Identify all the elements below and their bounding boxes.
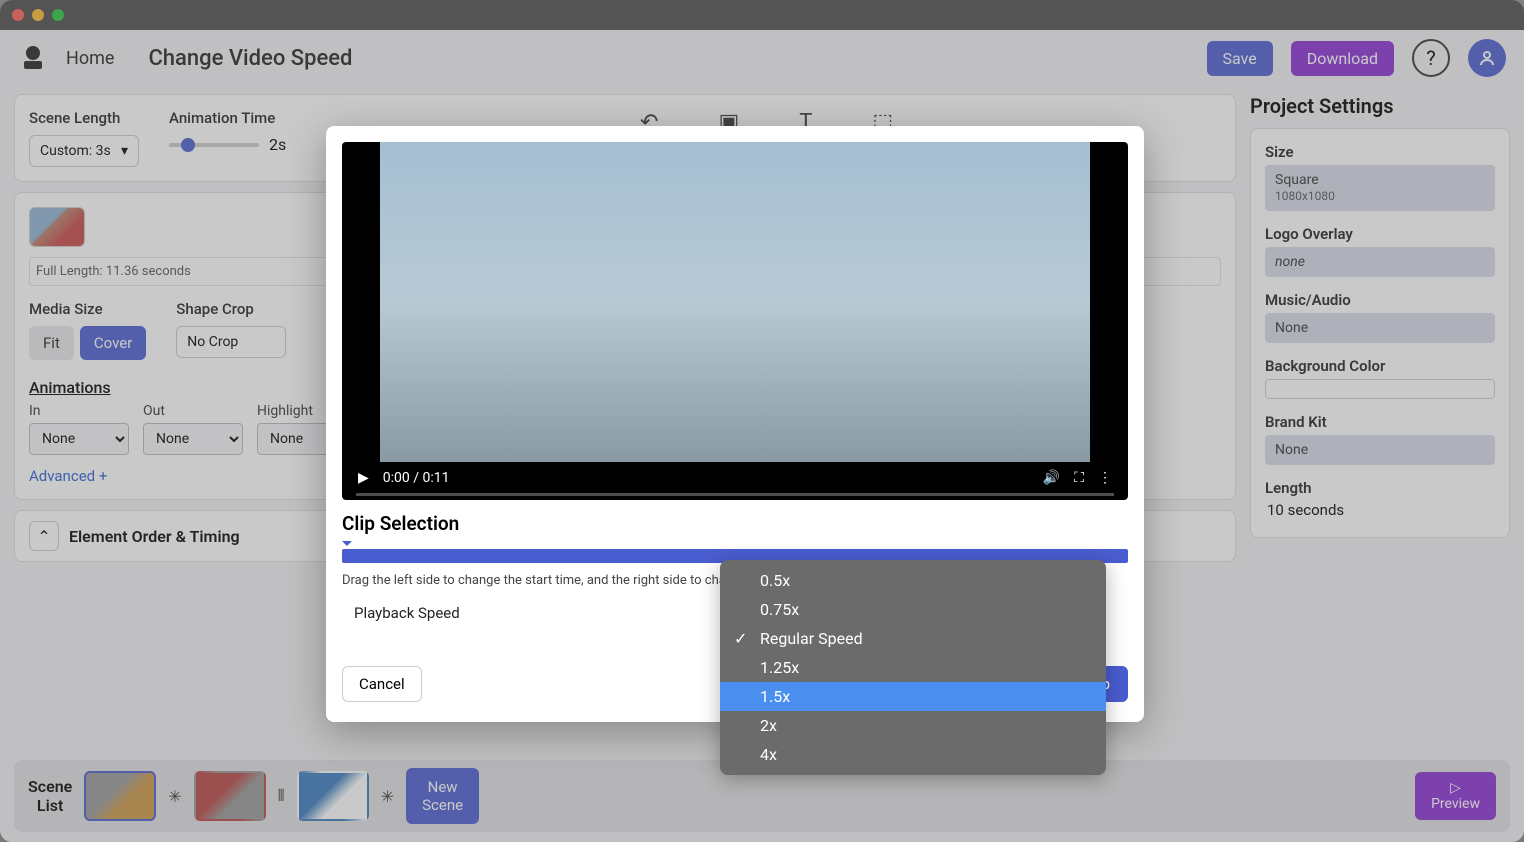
- video-progress-bar[interactable]: [356, 493, 1114, 496]
- speed-option-regular[interactable]: Regular Speed: [720, 624, 1106, 653]
- speed-option-1_25x[interactable]: 1.25x: [720, 653, 1106, 682]
- more-icon[interactable]: ⋮: [1098, 470, 1112, 486]
- video-time: 0:00 / 0:11: [383, 470, 450, 486]
- playback-speed-dropdown: 0.5x 0.75x Regular Speed 1.25x 1.5x 2x 4…: [720, 560, 1106, 775]
- video-preview[interactable]: ▶ 0:00 / 0:11 🔊 ⛶ ⋮: [342, 142, 1128, 500]
- clip-selection-title: Clip Selection: [342, 512, 1128, 535]
- speed-option-0_75x[interactable]: 0.75x: [720, 595, 1106, 624]
- speed-option-2x[interactable]: 2x: [720, 711, 1106, 740]
- app-window: Home Change Video Speed Save Download ? …: [0, 0, 1524, 842]
- fullscreen-icon[interactable]: ⛶: [1074, 470, 1084, 486]
- speed-option-4x[interactable]: 4x: [720, 740, 1106, 769]
- speed-option-0_5x[interactable]: 0.5x: [720, 566, 1106, 595]
- volume-icon[interactable]: 🔊: [1043, 470, 1060, 486]
- speed-option-1_5x[interactable]: 1.5x: [720, 682, 1106, 711]
- cancel-button[interactable]: Cancel: [342, 666, 422, 702]
- video-frame: [380, 142, 1090, 462]
- play-icon[interactable]: ▶: [358, 470, 369, 486]
